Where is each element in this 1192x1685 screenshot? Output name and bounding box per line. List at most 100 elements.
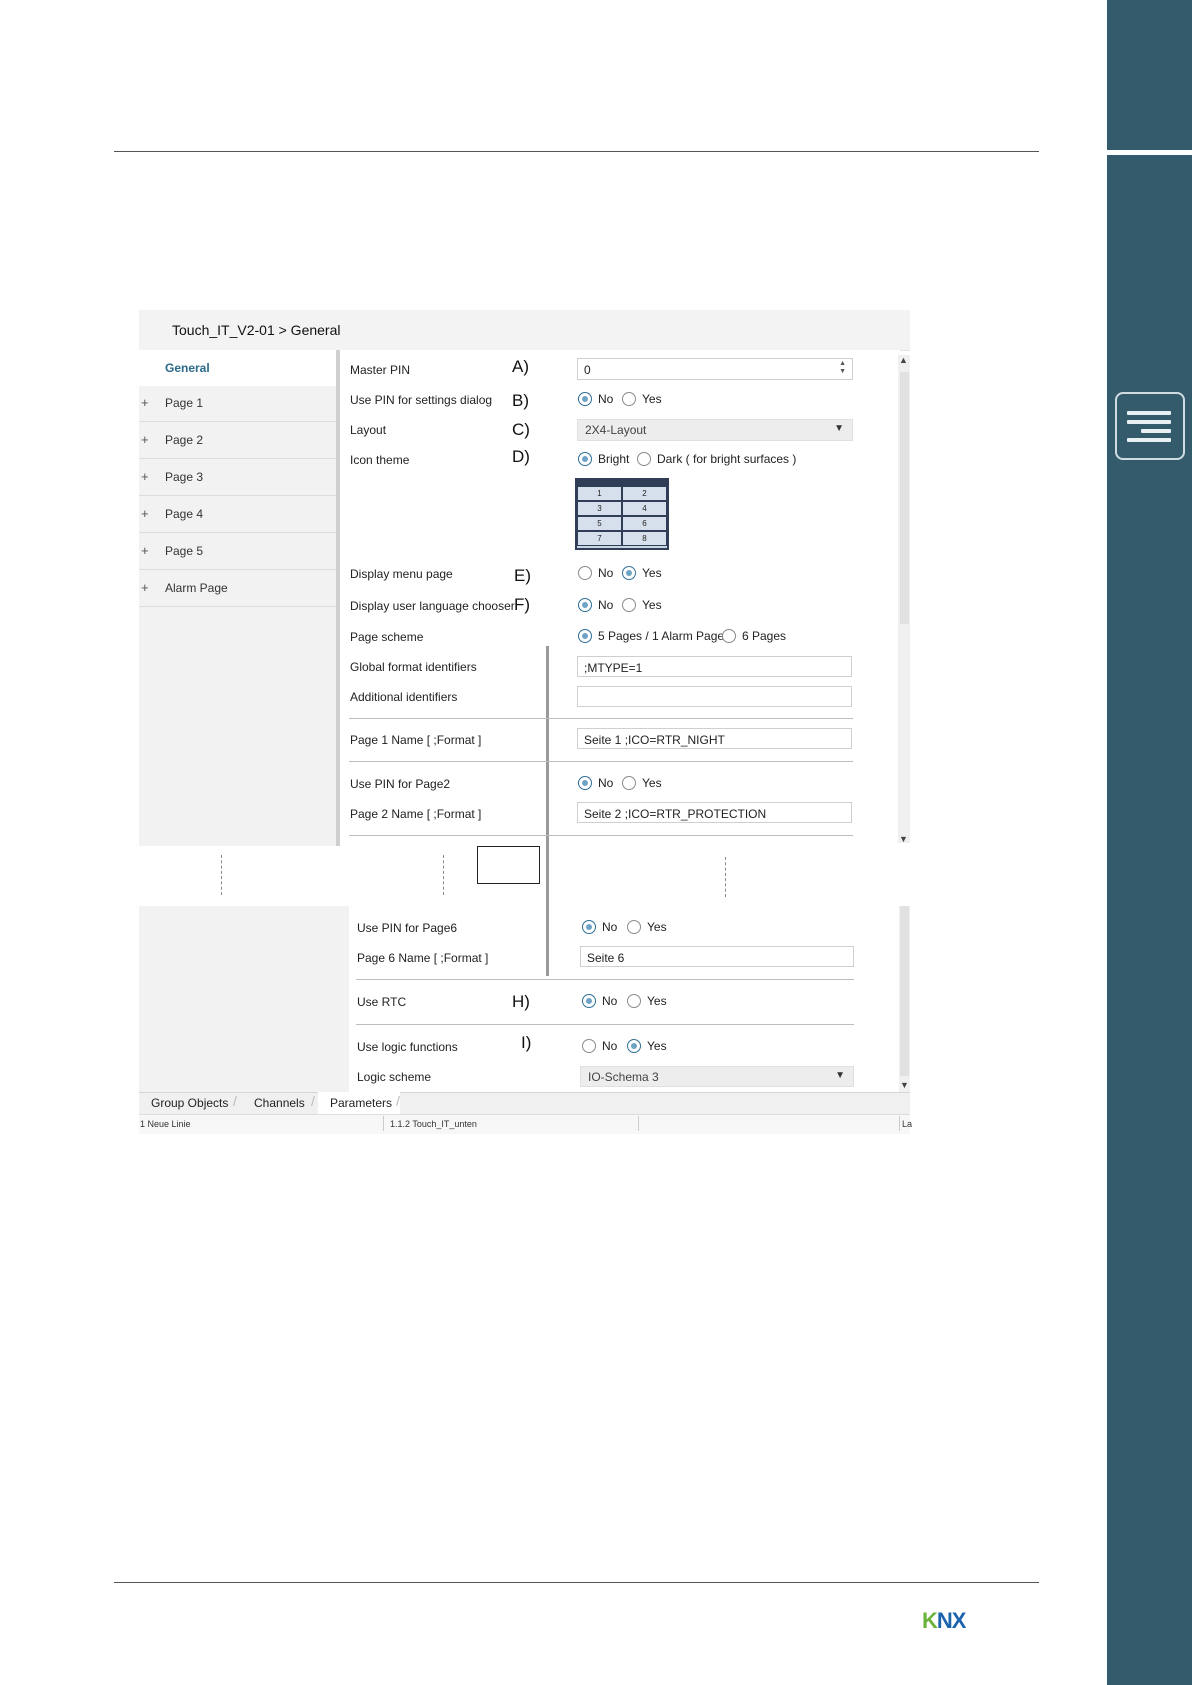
tab-group-objects[interactable]: Group Objects bbox=[151, 1096, 228, 1110]
use-pin-page2-label: Use PIN for Page2 bbox=[350, 777, 451, 791]
nav-item-label: Page 4 bbox=[165, 507, 204, 521]
radio-page-scheme-6[interactable]: 6 Pages bbox=[722, 629, 786, 643]
radio-use-pin-settings-yes[interactable]: Yes bbox=[622, 392, 662, 406]
status-divider bbox=[638, 1116, 639, 1131]
layout-select[interactable]: 2X4-Layout ▼ bbox=[577, 419, 853, 441]
expand-icon[interactable]: + bbox=[141, 543, 149, 558]
use-logic-label: Use logic functions bbox=[357, 1040, 458, 1054]
radio-rtc-no[interactable]: No bbox=[582, 994, 617, 1008]
tab-parameters[interactable]: Parameters bbox=[330, 1096, 392, 1110]
menu-icon[interactable] bbox=[1115, 392, 1185, 460]
page2-name-input[interactable]: Seite 2 ;ICO=RTR_PROTECTION bbox=[577, 802, 852, 823]
expand-icon[interactable]: + bbox=[141, 506, 149, 521]
chevron-down-icon[interactable]: ▼ bbox=[835, 1070, 845, 1081]
scroll-down-icon[interactable]: ▼ bbox=[900, 1080, 909, 1090]
nav-item-page3[interactable]: + Page 3 bbox=[139, 460, 339, 496]
radio-rtc-yes[interactable]: Yes bbox=[627, 994, 667, 1008]
radio-logic-no[interactable]: No bbox=[582, 1039, 617, 1053]
expand-icon[interactable]: + bbox=[141, 469, 149, 484]
expand-icon[interactable]: + bbox=[141, 580, 149, 595]
preview-cell: 6 bbox=[622, 516, 667, 531]
page1-name-label: Page 1 Name [ ;Format ] bbox=[350, 733, 482, 747]
marker-e: E) bbox=[514, 566, 531, 585]
radio-label: No bbox=[598, 392, 614, 406]
nav-item-page5[interactable]: + Page 5 bbox=[139, 534, 339, 570]
radio-icon[interactable] bbox=[622, 392, 636, 406]
radio-use-pin-settings-no[interactable]: No bbox=[578, 392, 613, 406]
knx-logo: KNX bbox=[922, 1608, 966, 1634]
radio-language-no[interactable]: No bbox=[578, 598, 613, 612]
radio-label: No bbox=[598, 776, 614, 790]
status-truncated: La bbox=[902, 1119, 913, 1129]
spinner-icon[interactable]: ▲ ▼ bbox=[839, 360, 846, 376]
radio-selected-icon[interactable] bbox=[578, 776, 592, 790]
preview-cell: 8 bbox=[622, 531, 667, 546]
marker-h: H) bbox=[512, 992, 530, 1011]
page6-name-input[interactable]: Seite 6 bbox=[580, 946, 854, 967]
scroll-up-icon[interactable]: ▲ bbox=[899, 355, 908, 365]
radio-icon[interactable] bbox=[622, 598, 636, 612]
radio-icon[interactable] bbox=[627, 920, 641, 934]
chevron-down-icon[interactable]: ▼ bbox=[834, 423, 844, 434]
scrollbar-thumb[interactable] bbox=[900, 372, 909, 624]
radio-pin-page6-no[interactable]: No bbox=[582, 920, 617, 934]
radio-display-menu-no[interactable]: No bbox=[578, 566, 613, 580]
page1-name-value: Seite 1 ;ICO=RTR_NIGHT bbox=[584, 733, 725, 747]
radio-language-yes[interactable]: Yes bbox=[622, 598, 662, 612]
omission-marker bbox=[443, 855, 444, 895]
tab-channels[interactable]: Channels bbox=[254, 1096, 305, 1110]
nav-item-label: Page 1 bbox=[165, 396, 204, 410]
radio-pin-page2-no[interactable]: No bbox=[578, 776, 613, 790]
radio-icon[interactable] bbox=[627, 994, 641, 1008]
nav-item-label: General bbox=[165, 361, 210, 375]
radio-icon[interactable] bbox=[578, 566, 592, 580]
radio-pin-page6-yes[interactable]: Yes bbox=[627, 920, 667, 934]
side-panel bbox=[1107, 155, 1192, 1685]
tab-divider: / bbox=[396, 1093, 400, 1109]
radio-display-menu-yes[interactable]: Yes bbox=[622, 566, 662, 580]
marker-d: D) bbox=[512, 447, 530, 466]
additional-identifiers-input[interactable] bbox=[577, 686, 852, 707]
nav-item-alarm-page[interactable]: + Alarm Page bbox=[139, 571, 339, 607]
radio-logic-yes[interactable]: Yes bbox=[627, 1039, 667, 1053]
expand-icon[interactable]: + bbox=[141, 432, 149, 447]
nav-item-page4[interactable]: + Page 4 bbox=[139, 497, 339, 533]
master-pin-input[interactable]: 0 ▲ ▼ bbox=[577, 358, 853, 380]
nav-item-label: Alarm Page bbox=[165, 581, 228, 595]
omission-box bbox=[477, 846, 540, 884]
nav-item-page1[interactable]: + Page 1 bbox=[139, 386, 339, 422]
radio-icon[interactable] bbox=[582, 1039, 596, 1053]
radio-pin-page2-yes[interactable]: Yes bbox=[622, 776, 662, 790]
radio-icon[interactable] bbox=[722, 629, 736, 643]
radio-label: Yes bbox=[642, 392, 662, 406]
radio-selected-icon[interactable] bbox=[578, 598, 592, 612]
display-language-label: Display user language chooser bbox=[350, 599, 515, 613]
nav-item-general[interactable]: General bbox=[139, 350, 339, 386]
radio-page-scheme-5[interactable]: 5 Pages / 1 Alarm Page bbox=[578, 629, 724, 643]
radio-icon[interactable] bbox=[637, 452, 651, 466]
radio-selected-icon[interactable] bbox=[582, 994, 596, 1008]
logic-scheme-select[interactable]: IO-Schema 3 ▼ bbox=[580, 1066, 854, 1087]
radio-icon-theme-dark[interactable]: Dark ( for bright surfaces ) bbox=[637, 452, 796, 466]
preview-cell: 2 bbox=[622, 486, 667, 501]
radio-selected-icon[interactable] bbox=[622, 566, 636, 580]
global-format-input[interactable]: ;MTYPE=1 bbox=[577, 656, 852, 677]
nav-item-label: Page 2 bbox=[165, 433, 204, 447]
nav-item-page2[interactable]: + Page 2 bbox=[139, 423, 339, 459]
radio-selected-icon[interactable] bbox=[578, 629, 592, 643]
radio-selected-icon[interactable] bbox=[578, 452, 592, 466]
radio-selected-icon[interactable] bbox=[582, 920, 596, 934]
nav-item-label: Page 5 bbox=[165, 544, 204, 558]
marker-c: C) bbox=[512, 420, 530, 439]
marker-i: I) bbox=[521, 1033, 532, 1052]
radio-icon[interactable] bbox=[622, 776, 636, 790]
radio-selected-icon[interactable] bbox=[627, 1039, 641, 1053]
page1-name-input[interactable]: Seite 1 ;ICO=RTR_NIGHT bbox=[577, 728, 852, 749]
expand-icon[interactable]: + bbox=[141, 395, 149, 410]
radio-selected-icon[interactable] bbox=[578, 392, 592, 406]
radio-icon-theme-bright[interactable]: Bright bbox=[578, 452, 629, 466]
radio-label: Yes bbox=[642, 776, 662, 790]
scroll-down-icon[interactable]: ▼ bbox=[899, 834, 908, 844]
scrollbar-thumb[interactable] bbox=[900, 906, 909, 1076]
preview-cell: 7 bbox=[577, 531, 622, 546]
